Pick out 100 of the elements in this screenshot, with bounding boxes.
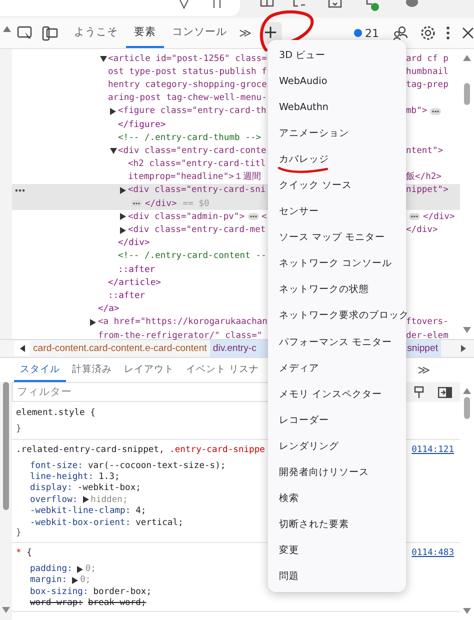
scroll-right-icon[interactable] [461, 345, 466, 352]
more-tabs-button[interactable]: ≫ [239, 26, 252, 40]
collapsed-arrow-icon[interactable] [90, 318, 96, 326]
css-property-name: font-size: [30, 460, 83, 471]
code-text: ::after [118, 264, 156, 275]
menu-item[interactable]: 問題 [268, 564, 406, 590]
more-tabs-button[interactable]: ≫ [417, 358, 430, 382]
sidebar-icon[interactable] [438, 386, 452, 398]
people-icon[interactable] [393, 26, 409, 40]
menu-item[interactable]: パフォーマンス モニター [268, 329, 406, 356]
menu-item[interactable]: ネットワーク要求のブロック [268, 302, 406, 330]
code-text: hentry category-shopping-groce [108, 80, 267, 90]
code-text: ftovers- [406, 317, 448, 328]
scrollbar-thumb[interactable] [3, 382, 9, 510]
code-text: </figure> [118, 120, 166, 130]
menu-item[interactable]: メディア [268, 355, 406, 382]
expand-arrow-icon[interactable] [72, 576, 78, 584]
panel-tab[interactable]: 要素 [126, 18, 164, 48]
scroll-up-icon[interactable] [463, 388, 471, 394]
settings-icon[interactable] [420, 25, 436, 41]
more-icon[interactable] [15, 188, 25, 192]
code-text: ost type-post status-publish f [108, 66, 267, 77]
source-link[interactable]: 0114:483 [412, 548, 454, 558]
menu-icon[interactable] [446, 26, 450, 40]
scroll-up-icon[interactable] [463, 55, 471, 61]
styles-tab[interactable]: イベント リスナ [180, 358, 266, 382]
scroll-down-icon[interactable] [463, 608, 471, 614]
ellipsis-icon[interactable] [131, 200, 142, 208]
close-icon[interactable] [462, 27, 474, 39]
css-property-name: margin: [30, 575, 68, 586]
code-text: </article> [108, 278, 161, 288]
code-text: </div> [118, 238, 150, 248]
scrollbar-thumb[interactable] [464, 83, 470, 105]
menu-item[interactable]: レンダリング [268, 433, 406, 460]
styles-tab[interactable]: レイアウト [118, 358, 180, 382]
ellipsis-icon[interactable] [430, 108, 442, 115]
collapsed-arrow-icon[interactable] [120, 186, 126, 194]
menu-item[interactable]: 検索 [268, 486, 406, 512]
issue-dot-icon [354, 29, 362, 37]
css-property-value: 1.3; [98, 472, 120, 482]
code-text: </div> [423, 212, 455, 222]
scroll-left-button[interactable] [14, 341, 30, 356]
expand-arrow-icon[interactable] [82, 496, 89, 504]
menu-item[interactable]: 開発者向けリソース [268, 460, 406, 486]
code-text: <figure class="entry-card-th [118, 106, 266, 116]
inspect-icon[interactable] [17, 26, 33, 40]
expanded-arrow-icon[interactable] [110, 148, 117, 154]
code-text: humbnail [406, 66, 448, 77]
code-text: <div class="entry-card-met [128, 225, 266, 236]
code-text: </div> [406, 225, 438, 236]
css-property-name: overflow: [30, 494, 78, 505]
issue-count: 21 [365, 26, 379, 40]
scroll-left-icon[interactable] [20, 345, 24, 352]
menu-item[interactable]: ソース マップ モニター [268, 224, 406, 251]
menu-item[interactable]: WebAuthn [268, 94, 406, 120]
scroll-up-icon[interactable] [3, 26, 11, 32]
ellipsis-icon[interactable] [409, 213, 420, 220]
panel-tab[interactable]: ようこそ [68, 18, 124, 48]
source-link[interactable]: 0114:121 [412, 445, 454, 455]
css-property-value: border-box; [93, 586, 152, 597]
css-property-name: display: [30, 483, 72, 494]
device-icon[interactable] [42, 26, 58, 40]
scrollbar-thumb[interactable] [464, 397, 470, 419]
code-text: 飯</h2> [406, 171, 442, 184]
code-text: from-the-refrigerator/" class=" [98, 330, 262, 341]
styles-tab[interactable]: 計算済み [66, 358, 118, 382]
panel-tab[interactable]: コンソール [166, 18, 233, 48]
code-text: </div> [145, 198, 177, 209]
issues-counter[interactable]: 21 [354, 26, 379, 40]
css-property-value: 0; [80, 575, 91, 586]
scroll-down-icon[interactable] [2, 607, 10, 613]
breadcrumb-item[interactable]: card-content.card-content.e-card-content [30, 340, 210, 357]
code-text: <div class="admin-pv"> [128, 212, 245, 222]
menu-item[interactable]: ネットワーク コンソール [268, 250, 406, 277]
collapsed-arrow-icon[interactable] [110, 108, 116, 115]
collapsed-arrow-icon[interactable] [120, 226, 126, 234]
menu-item[interactable]: 切断された要素 [268, 512, 406, 538]
expand-arrow-icon[interactable] [77, 566, 84, 573]
code-text: <div class="entry-card-sni [128, 185, 266, 196]
expanded-arrow-icon[interactable] [100, 56, 107, 62]
css-property-name: -webkit-box-orient: [30, 518, 131, 528]
css-property-value: var(--cocoon-text-size-s); [88, 460, 226, 471]
css-property-value: 0; [85, 564, 96, 574]
menu-item[interactable]: レコーダー [268, 407, 406, 434]
paint-brush-icon[interactable] [414, 386, 424, 398]
menu-item[interactable]: 変更 [268, 538, 406, 564]
breadcrumb-text: div.entry-c [212, 343, 256, 354]
collapsed-arrow-icon[interactable] [120, 213, 126, 220]
menu-item[interactable]: カバレッジ [268, 146, 406, 172]
code-text: nippet"> [406, 185, 448, 196]
menu-item[interactable]: アニメーション [268, 120, 406, 146]
ellipsis-icon[interactable] [248, 213, 259, 220]
css-property-name: box-sizing: [30, 586, 88, 597]
css-property-value: break-word; [88, 598, 146, 608]
profile-icon[interactable] [405, 0, 419, 8]
css-selector: * { [16, 548, 32, 558]
menu-item[interactable]: 3D ビュー [268, 42, 406, 68]
scroll-down-icon[interactable] [463, 327, 471, 333]
menu-item[interactable]: WebAudio [268, 68, 406, 94]
menu-item[interactable]: ネットワークの状態 [268, 276, 406, 303]
